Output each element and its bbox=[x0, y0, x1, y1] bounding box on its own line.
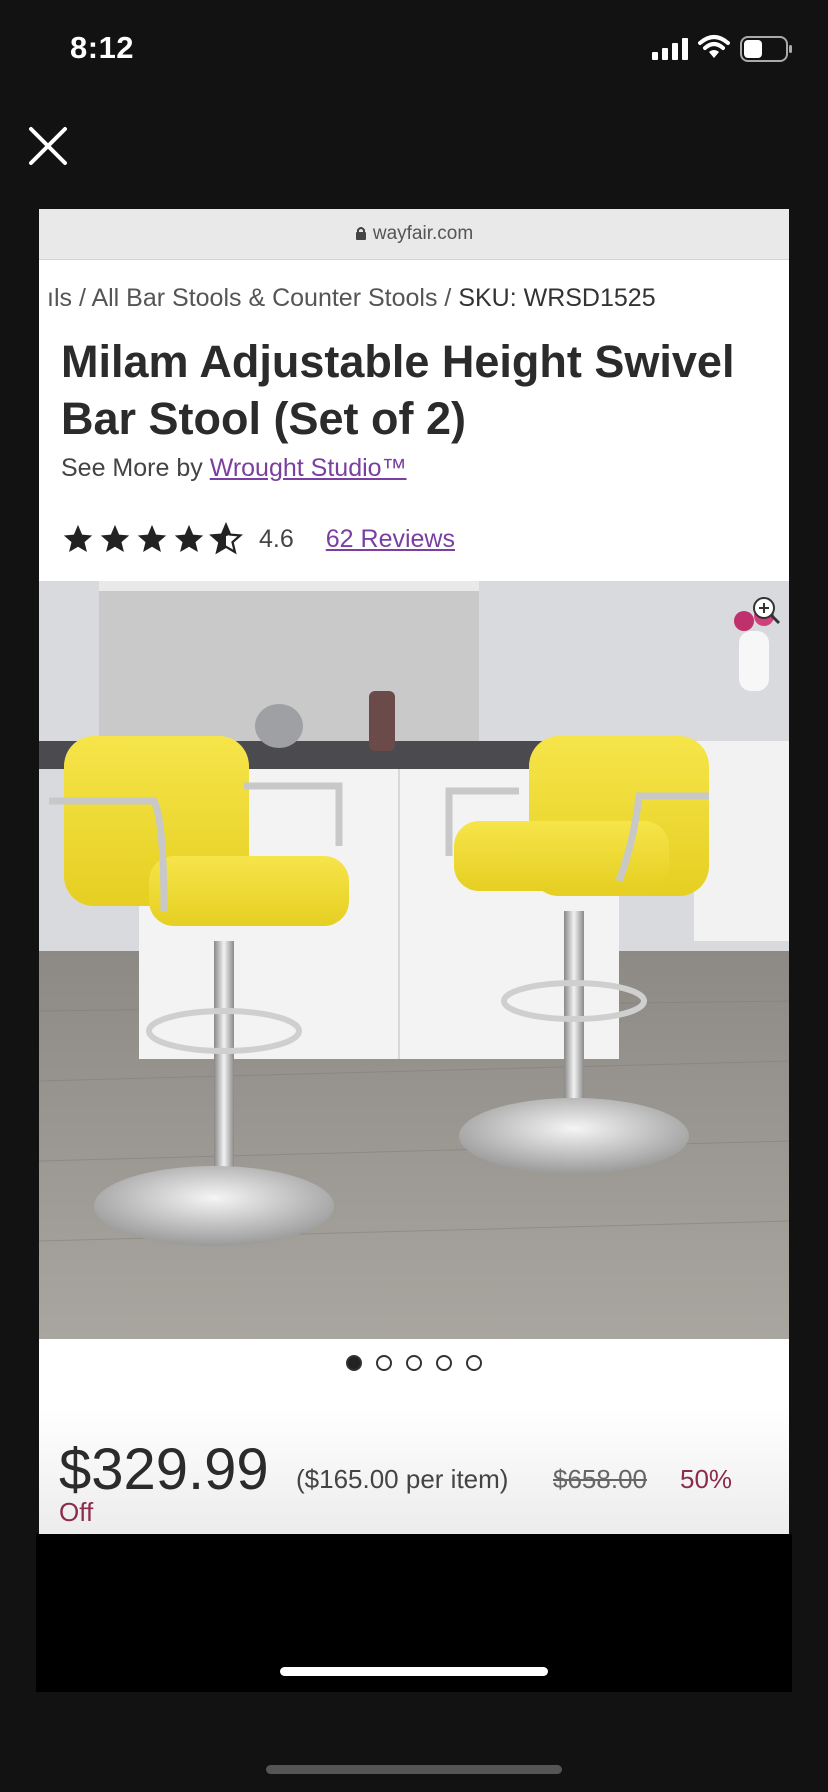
signal-icon bbox=[652, 38, 688, 60]
breadcrumb: ıls / All Bar Stools & Counter Stools / … bbox=[47, 284, 656, 313]
price: $329.99 bbox=[59, 1437, 269, 1502]
star-icon bbox=[63, 524, 93, 553]
star-icon bbox=[174, 524, 204, 553]
home-indicator[interactable] bbox=[280, 1667, 548, 1676]
pager-dot[interactable] bbox=[466, 1355, 482, 1371]
url-bar[interactable]: wayfair.com bbox=[39, 209, 789, 260]
wifi-icon bbox=[698, 35, 730, 58]
lock-icon bbox=[355, 227, 366, 240]
per-item-price: ($165.00 per item) bbox=[296, 1464, 509, 1494]
star-rating bbox=[61, 522, 243, 556]
star-icon bbox=[100, 524, 130, 553]
pager-dot[interactable] bbox=[346, 1355, 362, 1371]
pager-dot[interactable] bbox=[376, 1355, 392, 1371]
battery-icon bbox=[740, 36, 792, 62]
product-title: Milam Adjustable Height Swivel Bar Stool… bbox=[61, 336, 735, 444]
product-screenshot: wayfair.com ıls / All Bar Stools & Count… bbox=[39, 209, 789, 1534]
half-star-icon bbox=[209, 522, 243, 555]
price-block: $329.99 ($165.00 per item) $658.00 50% O… bbox=[39, 1409, 789, 1534]
discount-percent: 50% bbox=[680, 1464, 733, 1494]
close-icon[interactable] bbox=[26, 124, 70, 168]
system-indicator bbox=[266, 1765, 562, 1774]
status-bar: 8:12 bbox=[0, 0, 828, 100]
sku-label: SKU: WRSD1525 bbox=[458, 284, 656, 312]
star-icon bbox=[137, 524, 167, 553]
brand-link[interactable]: Wrought Studio™ bbox=[210, 454, 407, 482]
original-price: $658.00 bbox=[553, 1464, 647, 1494]
zoom-icon[interactable] bbox=[751, 595, 781, 625]
url-text: wayfair.com bbox=[372, 223, 474, 244]
pager-dot[interactable] bbox=[436, 1355, 452, 1371]
pager-dot[interactable] bbox=[406, 1355, 422, 1371]
discount-off: Off bbox=[59, 1497, 94, 1527]
product-image[interactable] bbox=[39, 581, 789, 1339]
breadcrumb-links[interactable]: ıls / All Bar Stools & Counter Stools / bbox=[47, 284, 451, 312]
image-pager bbox=[39, 1355, 789, 1371]
see-more: See More by Wrought Studio™ bbox=[61, 454, 407, 483]
rating-value: 4.6 bbox=[259, 524, 294, 553]
reviews-link[interactable]: 62 Reviews bbox=[326, 525, 455, 554]
status-time: 8:12 bbox=[70, 30, 135, 65]
see-more-prefix: See More by bbox=[61, 454, 210, 482]
rating-row: 4.6 62 Reviews bbox=[61, 519, 455, 559]
